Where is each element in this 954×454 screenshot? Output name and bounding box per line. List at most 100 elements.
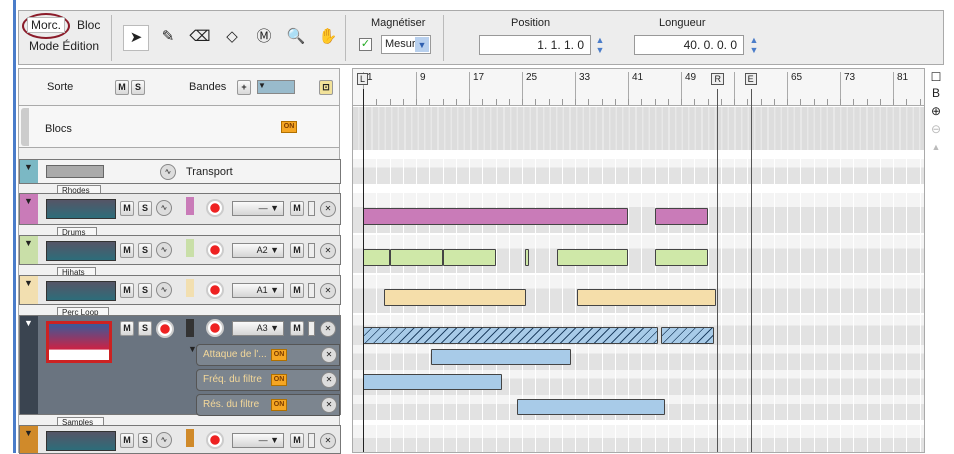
loop-left-marker[interactable]: L — [357, 73, 369, 85]
automation-lane[interactable]: Rés. du filtre ON ✕ — [196, 394, 340, 416]
mute-all-button[interactable]: M — [115, 80, 129, 95]
razor-tool-button[interactable]: ◇ — [219, 25, 245, 51]
collapse-icon[interactable]: ▼ — [24, 196, 33, 206]
record-enable-button[interactable] — [206, 199, 224, 217]
snap-select[interactable]: Mesure ▼ — [381, 35, 431, 54]
collapse-icon[interactable]: ▼ — [24, 428, 33, 438]
drums-clip[interactable] — [442, 249, 496, 266]
sequencer-timeline[interactable]: 1 9 17 25 33 41 49 65 73 81 L R E — [352, 68, 925, 453]
collapse-icon[interactable]: ▼ — [24, 162, 33, 172]
drums-clip[interactable] — [363, 249, 390, 266]
drums-clip[interactable] — [654, 249, 708, 266]
automation-collapse-icon[interactable]: ▼ — [188, 344, 197, 354]
rhodes-clip[interactable] — [363, 208, 628, 225]
mute-button[interactable]: M — [120, 243, 134, 258]
solo-all-button[interactable]: S — [131, 80, 145, 95]
blocks-on-button[interactable]: ON — [281, 121, 297, 133]
delete-lane-icon[interactable]: ✕ — [320, 321, 336, 337]
delete-lane-icon[interactable]: ✕ — [320, 433, 336, 449]
auto1-clip[interactable] — [431, 349, 572, 365]
mute-button[interactable]: M — [120, 283, 134, 298]
mode-tab-song[interactable]: Morc. — [27, 17, 65, 33]
delete-automation-icon[interactable]: ✕ — [321, 347, 337, 363]
perc-clip[interactable] — [661, 327, 715, 344]
delete-lane-icon[interactable]: ✕ — [320, 201, 336, 217]
mode-tab-block[interactable]: Bloc — [77, 18, 100, 32]
window-icon[interactable]: ☐ — [928, 70, 944, 84]
collapse-icon[interactable]: ▼ — [24, 238, 33, 248]
drums-clip[interactable] — [525, 249, 529, 266]
solo-button[interactable]: S — [138, 243, 152, 258]
auto3-clip[interactable] — [516, 399, 666, 415]
lane-select[interactable]: — ▼ — [232, 201, 284, 216]
solo-button[interactable]: S — [138, 321, 152, 336]
mute-button[interactable]: M — [120, 321, 134, 336]
rhodes-clip[interactable] — [654, 208, 708, 225]
io-icon[interactable]: ∿ — [156, 282, 172, 298]
magnify-tool-button[interactable]: 🔍 — [283, 25, 309, 51]
lane-mute-button[interactable]: M — [290, 201, 304, 216]
solo-button[interactable]: S — [138, 283, 152, 298]
device-thumbnail[interactable] — [46, 199, 116, 219]
length-input[interactable]: 40. 0. 0. 0 — [634, 35, 744, 55]
lane-select[interactable]: — ▼ — [232, 433, 284, 448]
follow-icon[interactable]: B — [928, 86, 944, 100]
ruler[interactable]: 1 9 17 25 33 41 49 65 73 81 L R E — [353, 69, 924, 106]
device-thumbnail[interactable] — [46, 281, 116, 301]
pencil-tool-button[interactable]: ✎ — [155, 25, 181, 51]
drums-clip[interactable] — [557, 249, 628, 266]
automation-lane[interactable]: Attaque de l'... ON ✕ — [196, 344, 340, 366]
lane-mute-button[interactable]: M — [290, 243, 304, 258]
collapse-icon[interactable]: ▼ — [24, 278, 33, 288]
hihats-clip[interactable] — [384, 289, 526, 306]
record-enable-button[interactable] — [206, 431, 224, 449]
scroll-up-icon[interactable]: ▲ — [928, 142, 944, 152]
delete-lane-icon[interactable]: ✕ — [320, 283, 336, 299]
position-spinner[interactable]: ▲ ▼ — [594, 35, 606, 55]
transport-io-icon[interactable]: ∿ — [160, 164, 176, 180]
record-monitor-button[interactable] — [156, 320, 174, 338]
lane-select[interactable]: A3 ▼ — [232, 321, 284, 336]
lane-mute-button[interactable]: M — [290, 283, 304, 298]
collapse-icon[interactable]: ▼ — [24, 318, 33, 328]
track-hihats[interactable]: ▼ M S ∿ A1 ▼ M ✕ — [19, 275, 341, 305]
automation-on-button[interactable]: ON — [271, 349, 287, 361]
lane-select[interactable]: A1 ▼ — [232, 283, 284, 298]
automation-on-button[interactable]: ON — [271, 374, 287, 386]
lane-mute-button[interactable]: M — [290, 433, 304, 448]
record-enable-button[interactable] — [206, 281, 224, 299]
automation-on-button[interactable]: ON — [271, 399, 287, 411]
solo-button[interactable]: S — [138, 433, 152, 448]
add-band-button[interactable]: + — [237, 80, 251, 95]
track-rhodes[interactable]: ▼ M S ∿ — ▼ M ✕ — [19, 193, 341, 225]
perc-clip[interactable] — [363, 327, 658, 344]
mute-button[interactable]: M — [120, 433, 134, 448]
zoom-out-icon[interactable]: ⊖ — [928, 122, 944, 136]
lane-select[interactable]: A2 ▼ — [232, 243, 284, 258]
zoom-in-icon[interactable]: ⊕ — [928, 104, 944, 118]
song-end-marker[interactable]: E — [744, 73, 757, 85]
length-spinner[interactable]: ▲ ▼ — [748, 35, 760, 55]
band-options-button[interactable]: ⊡ — [319, 80, 333, 95]
band-select[interactable]: ▼ — [257, 80, 295, 94]
hihats-clip[interactable] — [576, 289, 717, 306]
automation-lane[interactable]: Fréq. du filtre ON ✕ — [196, 369, 340, 391]
arrow-tool-button[interactable]: ➤ — [123, 25, 149, 51]
loop-right-marker[interactable]: R — [711, 73, 724, 85]
snap-checkbox[interactable]: ✓ — [359, 38, 372, 51]
io-icon[interactable]: ∿ — [156, 242, 172, 258]
device-thumbnail[interactable] — [46, 431, 116, 451]
track-perc-loop[interactable]: ▼ M S A3 ▼ M ✕ Attaque de l'... ON ✕ Fréq. du fil… — [19, 315, 341, 416]
hand-tool-button[interactable]: ✋ — [315, 25, 341, 51]
record-enable-button[interactable] — [206, 241, 224, 259]
eraser-tool-button[interactable]: ⌫ — [187, 25, 213, 51]
lane-mute-button[interactable]: M — [290, 321, 304, 336]
track-drums[interactable]: ▼ M S ∿ A2 ▼ M ✕ — [19, 235, 341, 265]
delete-automation-icon[interactable]: ✕ — [321, 372, 337, 388]
io-icon[interactable]: ∿ — [156, 200, 172, 216]
io-icon[interactable]: ∿ — [156, 432, 172, 448]
solo-button[interactable]: S — [138, 201, 152, 216]
drums-clip[interactable] — [389, 249, 443, 266]
device-thumbnail[interactable] — [46, 241, 116, 261]
track-samples[interactable]: ▼ M S ∿ — ▼ M ✕ — [19, 425, 341, 454]
